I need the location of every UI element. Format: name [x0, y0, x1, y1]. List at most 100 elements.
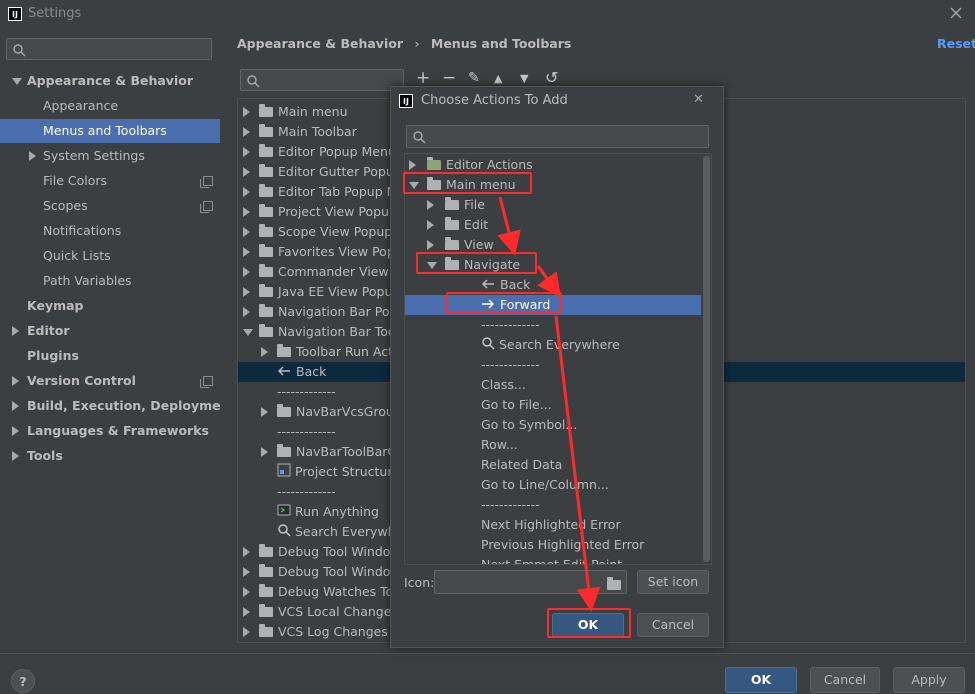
dialog-tree-separator[interactable]: -------------	[405, 315, 701, 335]
chevron-right-icon[interactable]	[243, 167, 250, 177]
dialog-tree-row-go-to-line-column[interactable]: Go to Line/Column...	[405, 475, 701, 495]
tree-row-label: Main menu	[278, 104, 348, 119]
chevron-right-icon[interactable]	[243, 247, 250, 257]
tree-row-label: Editor Tab Popup M	[278, 184, 398, 199]
dialog-tree-row-content: -------------	[481, 355, 540, 375]
icon-path-input[interactable]	[434, 570, 627, 594]
chevron-right-icon[interactable]	[243, 287, 250, 297]
settings-apply-button[interactable]: Apply	[893, 667, 965, 693]
set-icon-button[interactable]: Set icon	[637, 570, 709, 594]
settings-search-input[interactable]	[6, 38, 212, 60]
sidebar-item-system-settings[interactable]: System Settings	[0, 144, 220, 168]
sidebar-item-file-colors[interactable]: File Colors	[0, 169, 220, 193]
sidebar-item-path-variables[interactable]: Path Variables	[0, 269, 220, 293]
dialog-close-button[interactable]: ✕	[693, 92, 704, 107]
dialog-tree-row-label: -------------	[481, 497, 540, 512]
sidebar-item-quick-lists[interactable]: Quick Lists	[0, 244, 220, 268]
chevron-down-icon[interactable]	[12, 78, 22, 85]
sidebar-item-version-control[interactable]: Version Control	[0, 369, 220, 393]
help-button[interactable]: ?	[11, 669, 35, 693]
chevron-down-icon[interactable]	[243, 329, 253, 336]
dialog-tree-separator[interactable]: -------------	[405, 495, 701, 515]
dialog-tree-row-content: Go to Line/Column...	[481, 475, 609, 495]
dialog-actions-tree[interactable]: Editor Actions Main menu File Edit View Navig…	[404, 153, 712, 565]
dialog-tree-row-go-to-file[interactable]: Go to File...	[405, 395, 701, 415]
dialog-tree-row-related-data[interactable]: Related Data	[405, 455, 701, 475]
dialog-cancel-button[interactable]: Cancel	[637, 613, 709, 637]
chevron-right-icon[interactable]	[261, 407, 268, 417]
chevron-right-icon[interactable]	[409, 160, 416, 170]
chevron-right-icon[interactable]	[12, 376, 19, 386]
chevron-right-icon[interactable]	[261, 447, 268, 457]
sidebar-item-editor[interactable]: Editor	[0, 319, 220, 343]
dialog-tree-row-label: Editor Actions	[446, 157, 533, 172]
chevron-right-icon[interactable]	[243, 187, 250, 197]
settings-cancel-button[interactable]: Cancel	[810, 667, 880, 693]
dialog-tree-row-search-everywhere[interactable]: Search Everywhere	[405, 335, 701, 355]
sidebar-item-plugins[interactable]: Plugins	[0, 344, 220, 368]
chevron-right-icon[interactable]	[12, 426, 19, 436]
chevron-right-icon[interactable]	[12, 451, 19, 461]
sidebar-item-tools[interactable]: Tools	[0, 444, 220, 468]
chevron-right-icon[interactable]	[243, 567, 250, 577]
chevron-right-icon[interactable]	[261, 347, 268, 357]
chevron-right-icon[interactable]	[12, 326, 19, 336]
dialog-tree-row-edit[interactable]: Edit	[405, 215, 701, 235]
chevron-right-icon[interactable]	[427, 240, 434, 250]
chevron-right-icon[interactable]	[243, 107, 250, 117]
chevron-right-icon[interactable]	[243, 587, 250, 597]
chevron-right-icon[interactable]	[427, 200, 434, 210]
folder-icon[interactable]	[607, 576, 626, 592]
dialog-tree-row-file[interactable]: File	[405, 195, 701, 215]
chevron-right-icon[interactable]	[243, 227, 250, 237]
sidebar-item-menus-and-toolbars[interactable]: Menus and Toolbars	[0, 119, 220, 143]
settings-ok-button[interactable]: OK	[725, 667, 797, 693]
dialog-tree-row-next-highlighted-error[interactable]: Next Highlighted Error	[405, 515, 701, 535]
icon-label: Icon:	[404, 575, 435, 590]
reset-link[interactable]: Reset	[937, 36, 975, 51]
sidebar-item-appearance-behavior[interactable]: Appearance & Behavior	[0, 69, 220, 93]
folder-icon	[277, 443, 291, 457]
sidebar-item-keymap[interactable]: Keymap	[0, 294, 220, 318]
dialog-tree-row-previous-highlighted-error[interactable]: Previous Highlighted Error	[405, 535, 701, 555]
chevron-right-icon[interactable]	[12, 401, 19, 411]
chevron-right-icon[interactable]	[427, 220, 434, 230]
tree-row-label: Run Anything	[295, 504, 379, 519]
chevron-right-icon[interactable]	[243, 127, 250, 137]
chevron-right-icon[interactable]	[243, 627, 250, 637]
toolbar-search-input[interactable]	[240, 69, 404, 91]
dialog-tree-separator[interactable]: -------------	[405, 355, 701, 375]
sidebar-item-appearance[interactable]: Appearance	[0, 94, 220, 118]
dialog-tree-row-next-emmet-edit-point[interactable]: Next Emmet Edit Point	[405, 555, 701, 564]
remove-action-button[interactable]: −	[442, 68, 456, 88]
dialog-search-input[interactable]	[406, 125, 709, 148]
edit-icon-button[interactable]: ✎	[468, 70, 480, 86]
move-down-button[interactable]: ▼	[520, 72, 528, 85]
chevron-right-icon[interactable]	[29, 151, 36, 161]
dialog-tree-row-go-to-symbol[interactable]: Go to Symbol...	[405, 415, 701, 435]
sidebar-item-languages-frameworks[interactable]: Languages & Frameworks	[0, 419, 220, 443]
dialog-tree-row-row[interactable]: Row...	[405, 435, 701, 455]
dialog-tree-row-class[interactable]: Class...	[405, 375, 701, 395]
add-action-button[interactable]: +	[416, 68, 430, 88]
breadcrumb-parent[interactable]: Appearance & Behavior	[237, 36, 403, 51]
move-up-button[interactable]: ▲	[494, 72, 502, 85]
dialog-tree-row-label: Related Data	[481, 457, 563, 472]
run-anything-icon	[277, 503, 291, 523]
chevron-right-icon[interactable]	[243, 147, 250, 157]
chevron-right-icon[interactable]	[243, 207, 250, 217]
chevron-right-icon[interactable]	[243, 307, 250, 317]
dialog-tree-row-content: Related Data	[481, 455, 562, 475]
scrollbar-thumb[interactable]	[703, 156, 710, 562]
chevron-right-icon[interactable]	[243, 547, 250, 557]
chevron-right-icon[interactable]	[243, 607, 250, 617]
scrollbar-track[interactable]	[703, 154, 710, 564]
restore-defaults-button[interactable]: ↺	[545, 68, 558, 87]
window-close-button[interactable]	[947, 4, 965, 22]
chevron-right-icon[interactable]	[243, 267, 250, 277]
sidebar-item-notifications[interactable]: Notifications	[0, 219, 220, 243]
sidebar-item-build-execution-deployment[interactable]: Build, Execution, Deployment	[0, 394, 235, 418]
sidebar-item-scopes[interactable]: Scopes	[0, 194, 220, 218]
dialog-tree-row-label: Next Highlighted Error	[481, 517, 621, 532]
tree-row-label: Debug Watches Too	[278, 584, 401, 599]
